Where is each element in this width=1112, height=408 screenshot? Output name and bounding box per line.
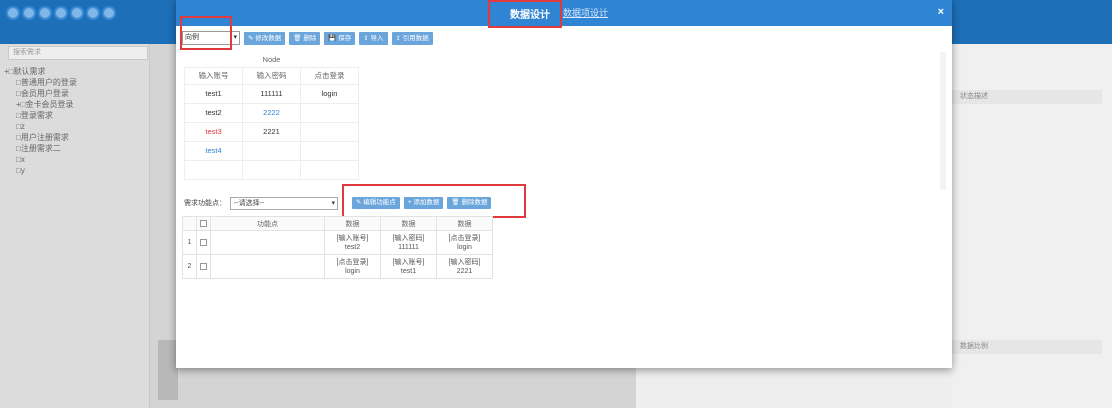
data-grid-table: Node 输入账号 输入密码 点击登录 test1 111111 login t…	[184, 52, 359, 180]
grid-cell[interactable]	[300, 102, 359, 123]
function-point-cell[interactable]	[210, 254, 325, 279]
tree-item[interactable]: +□金卡会员登录	[4, 99, 77, 110]
highlight-box-tabs	[488, 0, 562, 28]
requirement-data-table: 功能点 数据 数据 数据 1 [输入账号] test2 [输入密码] 111111 …	[182, 216, 493, 279]
dialog-header: 数据设计 数据项设计 ×	[176, 0, 952, 26]
table-row: 2 [点击登录] login [输入账号] test1 [输入密码] 2221	[182, 254, 493, 279]
grid-cell[interactable]	[300, 159, 359, 180]
grid-cell[interactable]	[242, 159, 301, 180]
reference-data-button[interactable]: ⇪ 引用数据	[391, 31, 433, 45]
table-row: test2 2222	[184, 102, 359, 123]
function-point-select[interactable]: --请选择-- ▾	[230, 196, 338, 210]
chevron-down-icon: ▾	[331, 199, 335, 207]
grid-cell[interactable]: login	[300, 83, 359, 104]
grid-cell[interactable]: 2221	[242, 121, 301, 142]
grid-cell[interactable]	[300, 121, 359, 142]
table-row: test4	[184, 140, 359, 161]
save-button[interactable]: 💾 保存	[324, 31, 356, 45]
data-cell[interactable]: [点击登录] login	[436, 230, 493, 255]
grid-cell[interactable]: test2	[184, 102, 243, 123]
tree-item[interactable]: □注册需求二	[4, 143, 77, 154]
tree-item[interactable]: □普通用户的登录	[4, 77, 77, 88]
close-icon[interactable]: ×	[938, 6, 944, 18]
grid-scrollbar[interactable]	[941, 88, 945, 102]
data-grid: Node 输入账号 输入密码 点击登录 test1 111111 login t…	[184, 52, 946, 190]
grid-cell[interactable]: test3	[184, 121, 243, 142]
highlight-box-select	[180, 16, 232, 50]
row-checkbox[interactable]	[196, 254, 211, 279]
modify-data-button[interactable]: ✎ 修改数据	[244, 31, 286, 45]
import-button[interactable]: ⇪ 导入	[359, 31, 388, 45]
row-index: 1	[182, 230, 197, 255]
requirement-search-input[interactable]: 搜索需求	[8, 46, 148, 60]
column-header: 数据	[380, 216, 437, 231]
data-cell[interactable]: [输入账号] test1	[380, 254, 437, 279]
requirement-tree: +□默认需求 □普通用户的登录 □会员用户登录 +□金卡会员登录 □登录需求 □…	[4, 66, 77, 176]
grid-cell[interactable]: 111111	[242, 83, 301, 104]
data-cell[interactable]: [输入密码] 111111	[380, 230, 437, 255]
data-cell[interactable]: [输入密码] 2221	[436, 254, 493, 279]
grid-cell[interactable]	[242, 140, 301, 161]
tree-item[interactable]: □y	[4, 165, 77, 176]
grid-cell[interactable]: 2222	[242, 102, 301, 123]
delete-button[interactable]: 🗑 删除	[289, 31, 321, 45]
grid-cell[interactable]: test4	[184, 140, 243, 161]
column-header: 输入密码	[242, 66, 301, 85]
select-all-checkbox[interactable]	[196, 216, 211, 231]
row-index: 2	[182, 254, 197, 279]
grid-cell[interactable]	[184, 159, 243, 180]
column-header: 输入账号	[184, 66, 243, 85]
tree-item[interactable]: □用户注册需求	[4, 132, 77, 143]
tree-item[interactable]: □会员用户登录	[4, 88, 77, 99]
grid-cell[interactable]	[300, 140, 359, 161]
table-row: 1 [输入账号] test2 [输入密码] 111111 [点击登录] login	[182, 230, 493, 255]
app-logo	[6, 6, 116, 20]
app-sidebar: 搜索需求 +□默认需求 □普通用户的登录 □会员用户登录 +□金卡会员登录 □登…	[0, 44, 150, 408]
function-point-cell[interactable]	[210, 230, 325, 255]
table-row	[184, 159, 359, 180]
column-header: 点击登录	[300, 66, 359, 85]
data-cell[interactable]: [点击登录] login	[324, 254, 381, 279]
app-side-strip	[158, 340, 178, 400]
status-column-header: 状态描述	[952, 90, 1102, 104]
node-header: Node	[262, 54, 281, 64]
tree-item[interactable]: □x	[4, 154, 77, 165]
column-header: 数据	[324, 216, 381, 231]
tree-item[interactable]: □登录需求	[4, 110, 77, 121]
table-row: test1 111111 login	[184, 83, 359, 104]
tree-item[interactable]: □z	[4, 121, 77, 132]
column-header: 功能点	[210, 216, 325, 231]
tab-data-item-design[interactable]: 数据项设计	[563, 6, 608, 19]
data-design-dialog: 数据设计 数据项设计 × 向例 ▾ ✎ 修改数据 🗑 删除 💾 保存 ⇪ 导入 ⇪…	[176, 0, 952, 368]
highlight-box-buttons	[342, 184, 526, 218]
data-cell[interactable]: [输入账号] test2	[324, 230, 381, 255]
table-row: test3 2221	[184, 121, 359, 142]
column-header	[182, 216, 197, 231]
grid-cell[interactable]: test1	[184, 83, 243, 104]
chevron-down-icon: ▾	[233, 34, 237, 41]
row-checkbox[interactable]	[196, 230, 211, 255]
tree-item-root[interactable]: +□默认需求	[4, 66, 77, 77]
requirement-label: 需求功能点：	[184, 200, 226, 207]
column-header: 数据	[436, 216, 493, 231]
ratio-column-header: 数据比例	[952, 340, 1102, 354]
